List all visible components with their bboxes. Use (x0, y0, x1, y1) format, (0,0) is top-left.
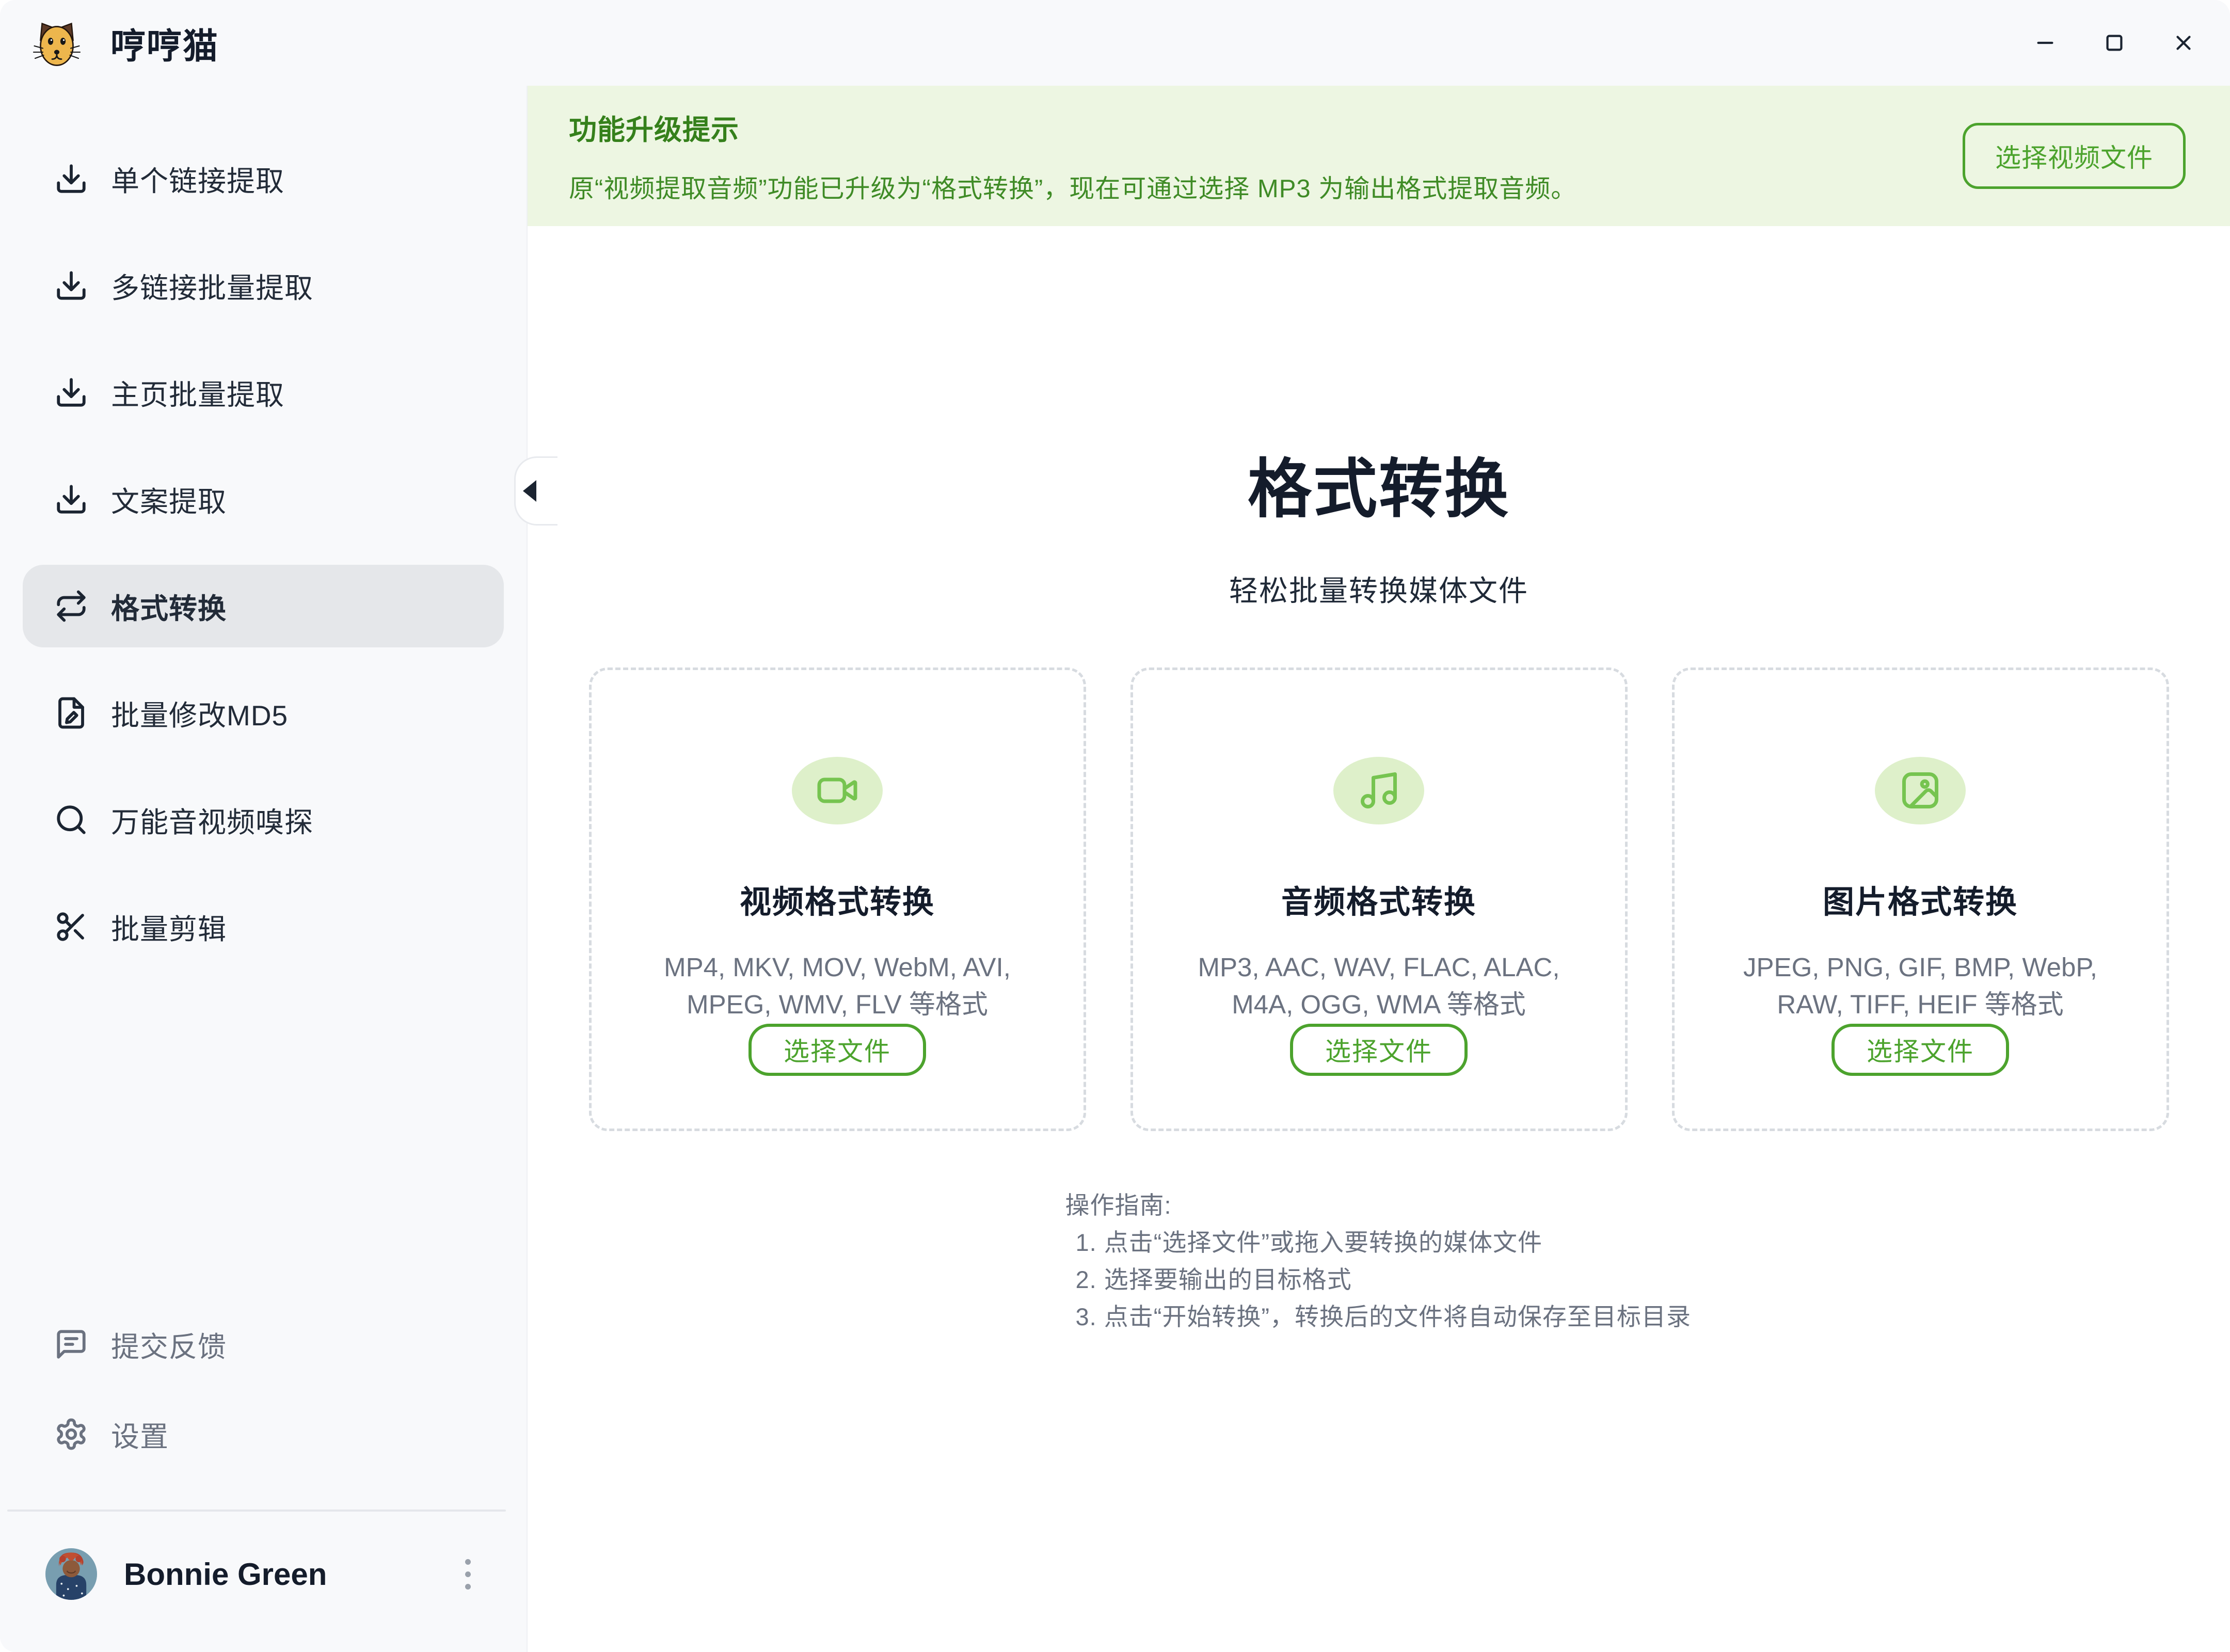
sidebar-footer: 提交反馈 设置 (0, 1303, 527, 1652)
sidebar-item-label: 文案提取 (111, 479, 227, 520)
sidebar-item-av-sniffer[interactable]: 万能音视频嗅探 (23, 779, 504, 861)
user-profile[interactable]: Bonnie Green (0, 1535, 527, 1613)
guide-step: 1. 点击“选择文件”或拖入要转换的媒体文件 (1065, 1224, 1693, 1261)
sidebar-item-feedback[interactable]: 提交反馈 (0, 1303, 527, 1386)
app-window: 哼哼猫 单个链接提取 (0, 0, 2230, 1652)
sidebar-item-label: 单个链接提取 (111, 158, 284, 199)
download-icon (54, 268, 88, 303)
sidebar-item-label: 批量剪辑 (111, 906, 227, 947)
sidebar-item-copy-extract[interactable]: 文案提取 (23, 458, 504, 541)
image-convert-card[interactable]: 图片格式转换 JPEG, PNG, GIF, BMP, WebP, RAW, T… (1672, 668, 2169, 1131)
user-name: Bonnie Green (124, 1556, 327, 1592)
sidebar-item-label: 设置 (111, 1413, 169, 1455)
kebab-menu-icon[interactable] (460, 1554, 476, 1595)
video-icon (792, 757, 883, 824)
minimize-icon (2033, 31, 2057, 55)
select-video-file-button[interactable]: 选择视频文件 (1963, 123, 2186, 189)
select-file-button[interactable]: 选择文件 (1290, 1024, 1468, 1076)
sidebar-item-multi-link-batch-extract[interactable]: 多链接批量提取 (23, 244, 504, 327)
card-formats: JPEG, PNG, GIF, BMP, WebP, RAW, TIFF, HE… (1709, 949, 2132, 1024)
banner-body: 原“视频提取音频”功能已升级为“格式转换”，现在可通过选择 MP3 为输出格式提… (569, 168, 1576, 205)
sidebar-divider (7, 1510, 506, 1512)
chevron-left-icon (523, 480, 536, 502)
sidebar-item-batch-modify-md5[interactable]: 批量修改MD5 (23, 672, 504, 754)
sidebar-item-batch-clip[interactable]: 批量剪辑 (23, 885, 504, 968)
select-file-button[interactable]: 选择文件 (1831, 1024, 2009, 1076)
scissors-icon (54, 910, 88, 944)
card-formats: MP3, AAC, WAV, FLAC, ALAC, M4A, OGG, WMA… (1167, 949, 1591, 1024)
card-formats: MP4, MKV, MOV, WebM, AVI, MPEG, WMV, FLV… (626, 949, 1049, 1024)
conversion-cards: 视频格式转换 MP4, MKV, MOV, WebM, AVI, MPEG, W… (528, 668, 2230, 1131)
gear-icon (54, 1417, 88, 1451)
page-title: 格式转换 (528, 437, 2230, 530)
sidebar-item-label: 多链接批量提取 (111, 265, 313, 306)
sidebar-item-label: 格式转换 (111, 585, 227, 627)
maximize-button[interactable] (2100, 28, 2129, 57)
search-icon (54, 803, 88, 837)
page-subtitle: 轻松批量转换媒体文件 (528, 568, 2230, 610)
guide-step: 3. 点击“开始转换”，转换后的文件将自动保存至目标目录 (1065, 1298, 1693, 1336)
music-icon (1333, 757, 1424, 824)
image-icon (1875, 757, 1966, 824)
operation-guide: 操作指南: 1. 点击“选择文件”或拖入要转换的媒体文件 2. 选择要输出的目标… (1065, 1187, 1693, 1336)
sidebar-item-format-convert[interactable]: 格式转换 (23, 565, 504, 647)
sidebar-item-single-link-extract[interactable]: 单个链接提取 (23, 137, 504, 220)
sidebar-item-label: 万能音视频嗅探 (111, 799, 313, 840)
close-icon (2172, 31, 2195, 55)
sidebar-collapse-handle[interactable] (514, 456, 558, 526)
audio-convert-card[interactable]: 音频格式转换 MP3, AAC, WAV, FLAC, ALAC, M4A, O… (1130, 668, 1628, 1131)
guide-step: 2. 选择要输出的目标格式 (1065, 1261, 1693, 1298)
sidebar-nav: 单个链接提取 多链接批量提取 主页批量提取 (0, 137, 527, 968)
upgrade-banner: 功能升级提示 原“视频提取音频”功能已升级为“格式转换”，现在可通过选择 MP3… (528, 86, 2230, 226)
window-controls (2031, 28, 2198, 57)
video-convert-card[interactable]: 视频格式转换 MP4, MKV, MOV, WebM, AVI, MPEG, W… (589, 668, 1086, 1131)
minimize-button[interactable] (2031, 28, 2060, 57)
feedback-icon (54, 1327, 88, 1361)
select-file-button[interactable]: 选择文件 (748, 1024, 926, 1076)
card-title: 视频格式转换 (740, 876, 935, 922)
main-content: 功能升级提示 原“视频提取音频”功能已升级为“格式转换”，现在可通过选择 MP3… (528, 86, 2230, 1652)
sidebar: 单个链接提取 多链接批量提取 主页批量提取 (0, 86, 528, 1652)
card-title: 音频格式转换 (1281, 876, 1476, 922)
download-icon (54, 162, 88, 196)
titlebar: 哼哼猫 (0, 0, 2230, 86)
download-icon (54, 375, 88, 409)
sidebar-item-label: 主页批量提取 (111, 372, 284, 413)
sidebar-item-label: 批量修改MD5 (111, 692, 288, 734)
avatar (45, 1548, 97, 1600)
repeat-icon (54, 589, 88, 623)
sidebar-item-settings[interactable]: 设置 (0, 1393, 527, 1475)
card-title: 图片格式转换 (1823, 876, 2018, 922)
guide-title: 操作指南: (1065, 1187, 1693, 1224)
maximize-icon (2102, 31, 2126, 55)
banner-title: 功能升级提示 (569, 107, 1576, 148)
download-icon (54, 482, 88, 516)
sidebar-item-label: 提交反馈 (111, 1324, 227, 1365)
file-edit-icon (54, 696, 88, 730)
sidebar-item-homepage-batch-extract[interactable]: 主页批量提取 (23, 351, 504, 434)
app-logo-cat-icon (32, 18, 82, 68)
close-button[interactable] (2169, 28, 2198, 57)
app-title: 哼哼猫 (110, 18, 219, 69)
